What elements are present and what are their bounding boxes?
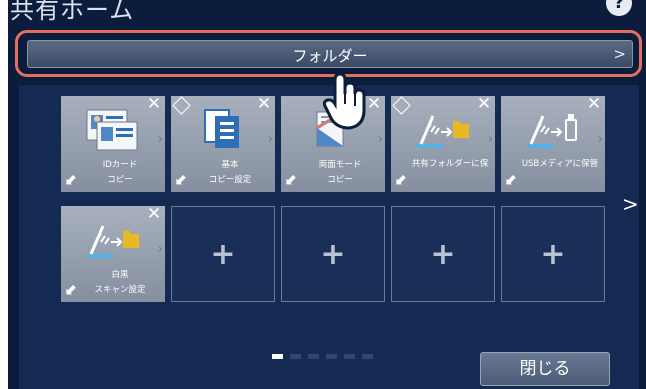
folder-label: フォルダー	[292, 47, 368, 65]
page-dot	[326, 354, 337, 359]
copy-document-icon	[204, 109, 239, 148]
scan-to-usb-icon	[527, 114, 577, 148]
tile-bw-scan-settings[interactable]: ✕ › ⬋ 白黒 スキャン設定	[61, 206, 165, 302]
chevron-right-icon: ›	[377, 132, 383, 147]
plus-icon: +	[320, 237, 346, 272]
chevron-right-icon: >	[613, 45, 626, 63]
home-screen: 共有ホーム ? フォルダー > ✕ › ⬋ IDカード コピー ✕ › ⬋ 基本…	[8, 0, 646, 389]
tile-label: USBメディアに保管	[521, 159, 599, 169]
close-icon[interactable]: ✕	[586, 96, 602, 113]
swipe-icon: ⬋	[285, 170, 298, 188]
close-icon[interactable]: ✕	[146, 96, 162, 113]
screen-title: 共有ホーム	[10, 0, 135, 24]
tile-label: 両面モード コピー	[318, 160, 362, 185]
template-badge-icon	[172, 96, 191, 115]
tile-basic-copy-settings[interactable]: ✕ › ⬋ 基本 コピー設定	[171, 96, 275, 192]
swipe-icon: ⬋	[65, 280, 78, 298]
empty-slot[interactable]: +	[391, 206, 495, 302]
swipe-icon: ⬋	[505, 170, 518, 188]
swipe-icon: ⬋	[175, 170, 188, 188]
help-icon[interactable]: ?	[606, 0, 632, 16]
tile-label: IDカード コピー	[102, 160, 138, 185]
page-dot	[362, 354, 373, 359]
next-page-icon[interactable]: >	[622, 192, 639, 216]
scan-to-folder-icon	[417, 115, 469, 148]
page-dot	[344, 354, 355, 359]
tile-label: 共有フォルダーに保	[411, 159, 489, 169]
folder-button[interactable]: フォルダー >	[27, 40, 633, 68]
empty-slot[interactable]: +	[171, 206, 275, 302]
plus-icon: +	[430, 237, 456, 272]
page-dot	[272, 354, 283, 359]
chevron-right-icon: ›	[157, 132, 163, 147]
empty-slot[interactable]: +	[501, 206, 605, 302]
close-icon[interactable]: ✕	[146, 206, 162, 223]
scan-to-folder-icon	[87, 225, 139, 258]
tap-hand-icon	[322, 72, 366, 130]
page-dot	[308, 354, 319, 359]
chevron-right-icon: ›	[597, 132, 603, 147]
tile-scan-to-shared-folder[interactable]: ✕ › ⬋ 共有フォルダーに保	[391, 96, 495, 192]
template-badge-icon	[392, 96, 411, 115]
plus-icon: +	[540, 237, 566, 272]
plus-icon: +	[210, 237, 236, 272]
tile-label: 基本 コピー設定	[208, 160, 252, 185]
swipe-icon: ⬋	[65, 170, 78, 188]
id-card-copy-icon	[86, 109, 138, 151]
chevron-right-icon: ›	[487, 132, 493, 147]
tile-label: 白黒 スキャン設定	[94, 270, 146, 295]
chevron-right-icon: ›	[157, 242, 163, 257]
chevron-right-icon: ›	[267, 132, 273, 147]
tile-save-to-usb[interactable]: ✕ › ⬋ USBメディアに保管	[501, 96, 605, 192]
close-icon[interactable]: ✕	[256, 96, 272, 113]
page-dot	[290, 354, 301, 359]
close-icon[interactable]: ✕	[476, 96, 492, 113]
close-button[interactable]: 閉じる	[480, 352, 610, 386]
tile-id-card-copy[interactable]: ✕ › ⬋ IDカード コピー	[61, 96, 165, 192]
swipe-icon: ⬋	[395, 170, 408, 188]
empty-slot[interactable]: +	[281, 206, 385, 302]
